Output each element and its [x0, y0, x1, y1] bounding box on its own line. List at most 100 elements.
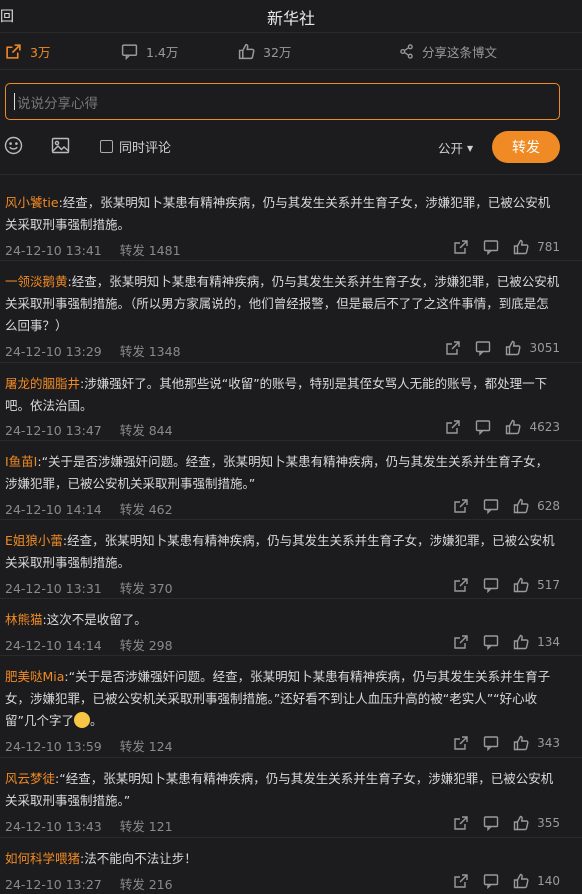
like-button[interactable]: 517	[513, 577, 560, 593]
like-button[interactable]: 140	[513, 873, 560, 889]
comment-icon	[121, 43, 138, 60]
comment-meta: 24-12-10 14:14 转发 298	[5, 635, 173, 654]
timestamp: 24-12-10 13:41	[5, 243, 102, 258]
stats-bar: 3万 1.4万 32万 分享这条博文	[0, 33, 582, 70]
page-title: 新华社	[266, 9, 315, 28]
share-stat[interactable]: 分享这条博文	[399, 42, 497, 61]
comment-body: :“经查，张某明知卜某患有精神疾病，仍与其发生关系并生育子女，涉嫌犯罪，已被公安…	[5, 771, 554, 808]
timestamp: 24-12-10 13:43	[5, 819, 102, 834]
like-button[interactable]: 134	[513, 634, 560, 650]
comment-icon[interactable]	[483, 815, 499, 831]
comment-meta: 24-12-10 13:31 转发 370	[5, 578, 173, 597]
comment-meta: 24-12-10 14:14 转发 462	[5, 499, 173, 518]
image-icon[interactable]	[51, 136, 70, 155]
timestamp: 24-12-10 14:14	[5, 638, 102, 653]
repost-count: 转发 121	[119, 819, 173, 834]
comment-actions: 140	[453, 873, 560, 889]
list-item: 肥美哒Mia:“关于是否涉嫌强奸问题。经查，张某明知卜某患有精神疾病，仍与其发生…	[0, 655, 582, 758]
composer-toolbar: 同时评论 公开 ▼ 转发	[0, 120, 582, 175]
username[interactable]: 风小饕tie	[5, 195, 59, 210]
comment-icon[interactable]	[483, 735, 499, 751]
like-button[interactable]: 343	[513, 735, 560, 751]
username[interactable]: 肥美哒Mia	[5, 669, 64, 684]
repost-count: 转发 1481	[119, 243, 181, 258]
username[interactable]: E姐狼小蕾	[5, 533, 63, 548]
username[interactable]: 屠龙的胭脂井	[5, 376, 80, 391]
comment-icon[interactable]	[483, 577, 499, 593]
comment-body: :法不能向不法让步！	[80, 851, 197, 866]
list-item: 如何科学喂猪:法不能向不法让步！ 24-12-10 13:27 转发 216 14…	[0, 837, 582, 894]
like-count: 355	[537, 816, 560, 830]
list-item: E姐狼小蕾:经查，张某明知卜某患有精神疾病，仍与其发生关系并生育子女，涉嫌犯罪，…	[0, 519, 582, 599]
repost-icon[interactable]	[453, 239, 469, 255]
comment-count: 1.4万	[146, 44, 179, 60]
like-stat[interactable]: 32万	[238, 42, 291, 61]
thumbs-up-icon	[513, 498, 529, 514]
repost-count: 转发 370	[119, 581, 173, 596]
username[interactable]: 风云梦徒	[5, 771, 55, 786]
also-comment-option[interactable]: 同时评论	[100, 137, 171, 156]
comment-icon[interactable]	[475, 419, 491, 435]
caret-down-icon: ▼	[467, 144, 474, 153]
repost-icon[interactable]	[453, 815, 469, 831]
like-button[interactable]: 781	[513, 239, 560, 255]
comment-icon[interactable]	[483, 634, 499, 650]
repost-icon[interactable]	[453, 873, 469, 889]
emoji-icon[interactable]	[4, 136, 23, 155]
repost-icon[interactable]	[445, 419, 461, 435]
comment-text: 屠龙的胭脂井:涉嫌强奸了。其他那些说“收留”的账号，特别是其侄女骂人无能的账号，…	[5, 373, 560, 417]
like-count: 32万	[263, 44, 292, 60]
repost-stat[interactable]: 3万	[5, 42, 50, 61]
repost-icon[interactable]	[453, 577, 469, 593]
also-comment-checkbox[interactable]	[100, 140, 113, 153]
list-item: 风小饕tie:经查，张某明知卜某患有精神疾病，仍与其发生关系并生育子女，涉嫌犯罪…	[0, 181, 582, 261]
input-placeholder: 说说分享心得	[17, 95, 98, 112]
like-count: 3051	[529, 341, 560, 355]
share-icon	[400, 43, 413, 59]
comment-icon[interactable]	[475, 340, 491, 356]
comment-meta: 24-12-10 13:27 转发 216	[5, 874, 173, 893]
username[interactable]: I鱼苗I	[5, 454, 37, 469]
comment-actions: 343	[453, 735, 560, 751]
list-item: 林熊猫:这次不是收留了。 24-12-10 14:14 转发 298 134	[0, 598, 582, 656]
username[interactable]: 林熊猫	[5, 612, 43, 627]
comment-icon[interactable]	[483, 873, 499, 889]
like-button[interactable]: 355	[513, 815, 560, 831]
comment-body: :涉嫌强奸了。其他那些说“收留”的账号，特别是其侄女骂人无能的账号，都处理一下吧…	[5, 376, 548, 413]
repost-button[interactable]: 转发	[492, 131, 560, 163]
like-count: 134	[537, 635, 560, 649]
repost-input[interactable]: 说说分享心得	[5, 83, 560, 120]
list-item: 一领淡鹅黄:经查，张某明知卜某患有精神疾病，仍与其发生关系并生育子女，涉嫌犯罪，…	[0, 260, 582, 363]
smile-emoji	[73, 712, 90, 728]
timestamp: 24-12-10 14:14	[5, 502, 102, 517]
comment-body: :经查，张某明知卜某患有精神疾病，仍与其发生关系并生育子女，涉嫌犯罪，已被公安机…	[5, 274, 560, 333]
like-button[interactable]: 4623	[505, 419, 560, 435]
comment-actions: 134	[453, 634, 560, 650]
repost-icon[interactable]	[453, 634, 469, 650]
comment-text: E姐狼小蕾:经查，张某明知卜某患有精神疾病，仍与其发生关系并生育子女，涉嫌犯罪，…	[5, 530, 560, 574]
repost-count: 3万	[30, 44, 51, 60]
like-count: 517	[537, 578, 560, 592]
text-caret	[14, 93, 15, 110]
comment-icon[interactable]	[483, 239, 499, 255]
thumbs-up-icon	[513, 815, 529, 831]
comment-meta: 24-12-10 13:29 转发 1348	[5, 341, 181, 360]
comment-icon[interactable]	[483, 498, 499, 514]
comment-actions: 3051	[445, 340, 560, 356]
repost-count: 转发 216	[119, 877, 173, 892]
list-item: 风云梦徒:“经查，张某明知卜某患有精神疾病，仍与其发生关系并生育子女，涉嫌犯罪，…	[0, 757, 582, 838]
like-button[interactable]: 628	[513, 498, 560, 514]
visibility-dropdown[interactable]: 公开 ▼	[438, 138, 473, 157]
comment-stat[interactable]: 1.4万	[121, 42, 178, 61]
repost-icon[interactable]	[445, 340, 461, 356]
timestamp: 24-12-10 13:47	[5, 423, 102, 438]
repost-icon	[6, 43, 21, 59]
like-button[interactable]: 3051	[505, 340, 560, 356]
composer: 说说分享心得	[0, 83, 582, 120]
repost-icon[interactable]	[453, 735, 469, 751]
comment-actions: 781	[453, 239, 560, 255]
username[interactable]: 如何科学喂猪	[5, 851, 80, 866]
comment-text: 如何科学喂猪:法不能向不法让步！	[5, 848, 560, 870]
repost-icon[interactable]	[453, 498, 469, 514]
username[interactable]: 一领淡鹅黄	[5, 274, 68, 289]
